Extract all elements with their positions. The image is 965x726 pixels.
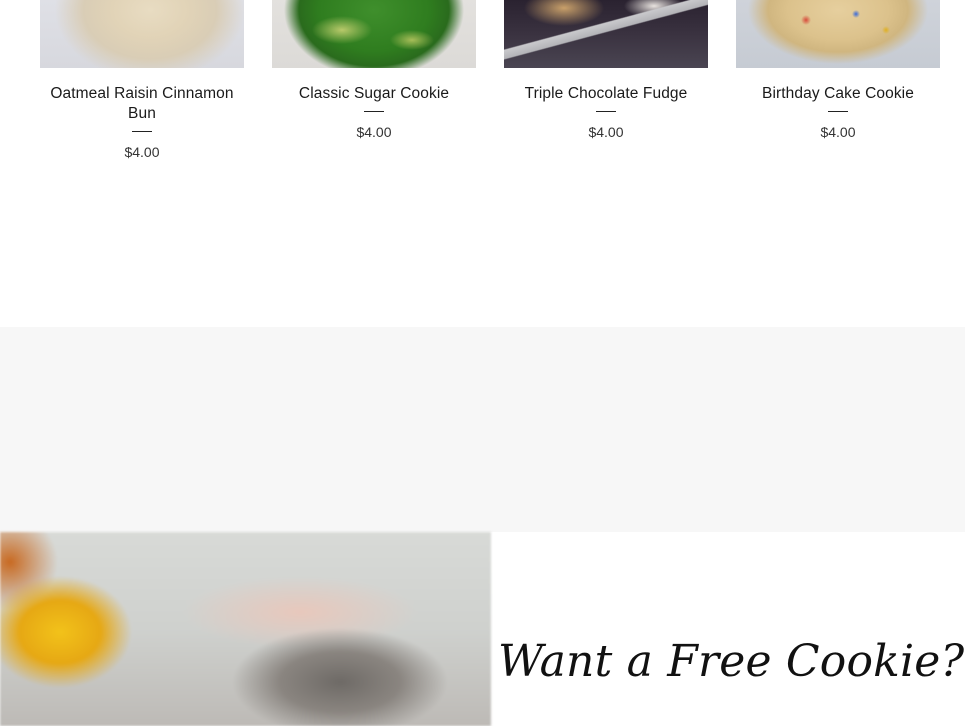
product-price: $4.00 [588,124,624,140]
divider [364,111,384,112]
product-price: $4.00 [820,124,856,140]
product-card-oatmeal-raisin[interactable]: Oatmeal Raisin Cinnamon Bun $4.00 [40,0,244,160]
product-image[interactable] [40,0,244,68]
product-image[interactable] [504,0,708,68]
grey-band [0,327,965,532]
product-name[interactable]: Triple Chocolate Fudge [504,84,708,104]
promo-image [0,532,491,726]
page: Oatmeal Raisin Cinnamon Bun $4.00 Classi… [0,0,965,726]
product-card-triple-chocolate[interactable]: Triple Chocolate Fudge $4.00 [504,0,708,140]
product-price: $4.00 [356,124,392,140]
divider [132,131,152,132]
product-card-birthday-cake[interactable]: Birthday Cake Cookie $4.00 [736,0,940,140]
product-card-classic-sugar[interactable]: Classic Sugar Cookie $4.00 [272,0,476,140]
product-image[interactable] [272,0,476,68]
product-image[interactable] [736,0,940,68]
free-cookie-promo: Want a Free Cookie? [0,532,965,726]
product-name[interactable]: Oatmeal Raisin Cinnamon Bun [40,84,244,124]
promo-heading: Want a Free Cookie? [498,636,965,687]
divider [596,111,616,112]
product-price: $4.00 [124,144,160,160]
product-name[interactable]: Birthday Cake Cookie [736,84,940,104]
product-name[interactable]: Classic Sugar Cookie [272,84,476,104]
divider [828,111,848,112]
product-gallery: Oatmeal Raisin Cinnamon Bun $4.00 Classi… [0,0,965,327]
